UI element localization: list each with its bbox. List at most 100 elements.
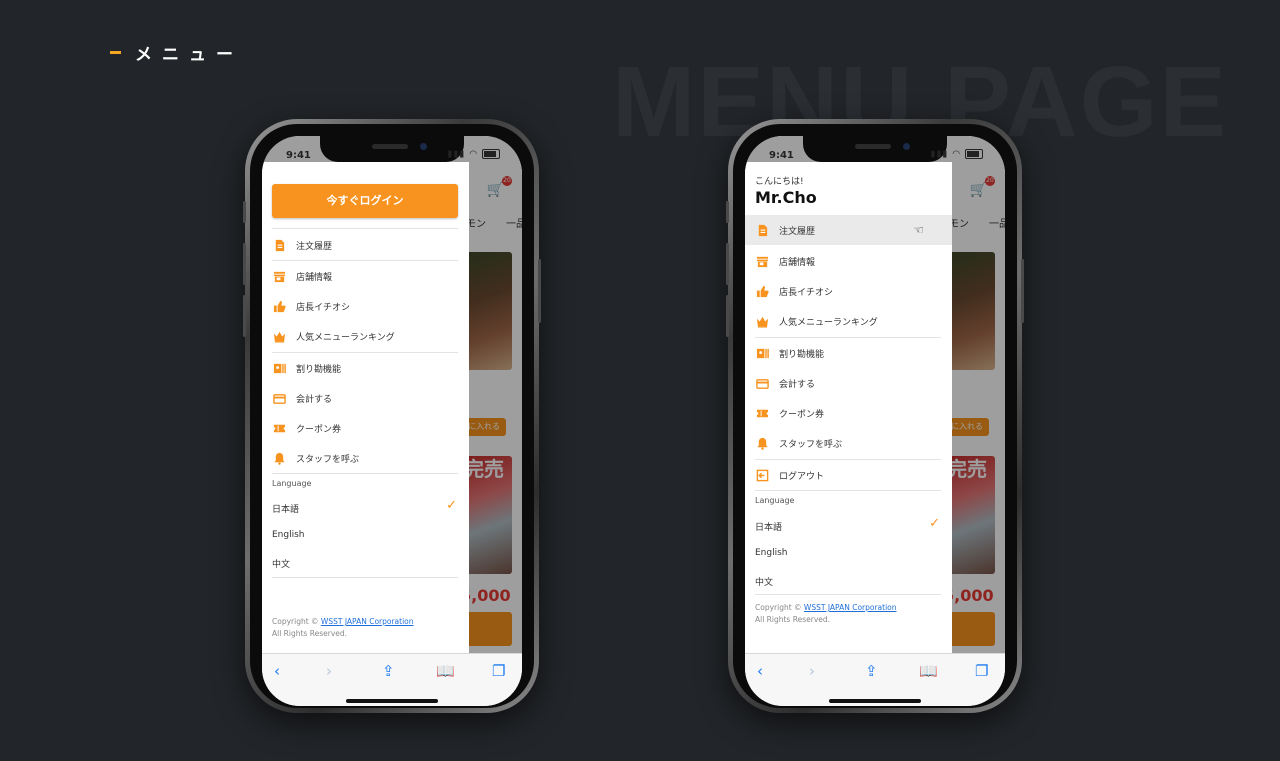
bookmarks-icon[interactable]: 📖 (919, 662, 938, 680)
phone-mockup-user: 9:41 ▮▮▮ ◠ 🛒 20 モン 一品 に入れる 完売 5,000 こんにち… (726, 119, 1024, 713)
phone-screen: 9:41 ▮▮▮ ◠ 🛒 20 モン 一品 に入れる 完売 5,000 こんにち… (745, 136, 1005, 706)
section-label: メニュー (110, 40, 243, 65)
menu-item-store-info[interactable]: 店舗情報 (262, 261, 469, 291)
menu-item-order-history[interactable]: 注文履歴 (262, 230, 469, 260)
phone-mockup-guest: 9:41 ▮▮▮ ◠ 🛒 20 モン 一品 に入れる 完売 5,000 今すぐロ… (243, 119, 541, 713)
forward-icon[interactable]: › (326, 662, 332, 680)
menu-item-label: 割り勘機能 (779, 349, 825, 360)
signal-icon: ▮▮▮ (447, 149, 466, 160)
language-option-english[interactable]: English (755, 548, 788, 558)
rights-text: All Rights Reserved. (272, 629, 348, 638)
menu-item-label: クーポン券 (779, 409, 825, 420)
tabs-icon[interactable]: ❐ (975, 662, 988, 680)
bookmarks-icon[interactable]: 📖 (436, 662, 455, 680)
menu-item-ranking[interactable]: 人気メニューランキング (262, 321, 469, 351)
menu-item-label: 人気メニューランキング (296, 332, 395, 343)
volume-up-button (243, 243, 246, 285)
menu-item-store-info[interactable]: 店舗情報 (745, 246, 952, 276)
menu-item-split-bill[interactable]: 割り勘機能 (745, 338, 952, 368)
battery-icon (482, 149, 500, 159)
login-button[interactable]: 今すぐログイン (272, 184, 458, 218)
speaker (855, 144, 891, 149)
copyright: Copyright © WSST JAPAN Corporation All R… (272, 616, 414, 640)
menu-item-label: スタッフを呼ぶ (779, 439, 843, 450)
mute-switch (726, 201, 729, 223)
menu-item-manager-pick[interactable]: 店長イチオシ (745, 276, 952, 306)
status-icons: ▮▮▮ ◠ (448, 149, 500, 160)
thumbs-up-icon (273, 300, 286, 313)
menu-item-label: 店長イチオシ (296, 302, 351, 313)
menu-item-checkout[interactable]: 会計する (262, 383, 469, 413)
language-heading: Language (272, 479, 312, 488)
divider (755, 490, 941, 491)
status-time: 9:41 (286, 150, 311, 161)
menu-item-label: 店長イチオシ (779, 287, 834, 298)
language-heading: Language (755, 496, 795, 505)
menu-item-label: 店舗情報 (779, 257, 816, 268)
status-icons: ▮▮▮ ◠ (931, 149, 983, 160)
back-icon[interactable]: ‹ (757, 662, 763, 680)
company-link[interactable]: WSST JAPAN Corporation (321, 617, 414, 626)
menu-item-coupon[interactable]: クーポン券 (745, 398, 952, 428)
document-icon (273, 239, 286, 252)
menu-item-label: クーポン券 (296, 424, 342, 435)
browser-toolbar: ‹ › ⇪ 📖 ❐ (745, 653, 1005, 706)
pointer-hand-icon: ☜ (913, 223, 924, 237)
copyright-prefix: Copyright © (755, 603, 802, 612)
menu-item-call-staff[interactable]: スタッフを呼ぶ (745, 428, 952, 458)
company-link[interactable]: WSST JAPAN Corporation (804, 603, 897, 612)
menu-item-label: ログアウト (779, 471, 825, 482)
section-accent-dash (110, 51, 121, 54)
divider (755, 594, 941, 595)
coupon-icon (756, 407, 769, 420)
greeting-text: こんにちは! (755, 177, 804, 187)
crown-icon (273, 330, 286, 343)
volume-down-button (243, 295, 246, 337)
credit-card-icon (273, 392, 286, 405)
menu-item-split-bill[interactable]: 割り勘機能 (262, 353, 469, 383)
wifi-icon: ◠ (952, 149, 962, 160)
bell-icon (756, 437, 769, 450)
language-option-chinese[interactable]: 中文 (272, 557, 290, 570)
menu-item-label: 人気メニューランキング (779, 317, 878, 328)
menu-item-coupon[interactable]: クーポン券 (262, 413, 469, 443)
tabs-icon[interactable]: ❐ (492, 662, 505, 680)
divider (272, 228, 458, 229)
home-indicator (829, 699, 921, 703)
language-option-english[interactable]: English (272, 530, 305, 540)
share-icon[interactable]: ⇪ (382, 662, 395, 680)
crown-icon (756, 315, 769, 328)
front-camera (420, 143, 427, 150)
phone-screen: 9:41 ▮▮▮ ◠ 🛒 20 モン 一品 に入れる 完売 5,000 今すぐロ… (262, 136, 522, 706)
power-button (538, 259, 541, 323)
menu-item-call-staff[interactable]: スタッフを呼ぶ (262, 443, 469, 473)
speaker (372, 144, 408, 149)
volume-up-button (726, 243, 729, 285)
language-option-japanese[interactable]: 日本語 (272, 502, 299, 515)
forward-icon[interactable]: › (809, 662, 815, 680)
menu-item-label: 店舗情報 (296, 272, 333, 283)
back-icon[interactable]: ‹ (274, 662, 280, 680)
menu-item-manager-pick[interactable]: 店長イチオシ (262, 291, 469, 321)
coupon-icon (273, 422, 286, 435)
thumbs-up-icon (756, 285, 769, 298)
split-bill-icon (756, 347, 769, 360)
menu-item-ranking[interactable]: 人気メニューランキング (745, 306, 952, 336)
credit-card-icon (756, 377, 769, 390)
share-icon[interactable]: ⇪ (865, 662, 878, 680)
menu-item-checkout[interactable]: 会計する (745, 368, 952, 398)
signal-icon: ▮▮▮ (930, 149, 949, 160)
menu-item-order-history[interactable]: 注文履歴 ☜ (745, 215, 952, 245)
side-menu-drawer: こんにちは! Mr.Cho 注文履歴 ☜ 店舗情報 店長イチオシ 人気メニューラ… (745, 162, 952, 653)
menu-item-label: 注文履歴 (296, 241, 333, 252)
store-icon (756, 255, 769, 268)
menu-item-logout[interactable]: ログアウト (745, 460, 952, 490)
language-option-japanese[interactable]: 日本語 (755, 520, 782, 533)
status-time: 9:41 (769, 150, 794, 161)
notch (803, 136, 947, 162)
divider (272, 577, 458, 578)
section-title: メニュー (135, 45, 243, 65)
front-camera (903, 143, 910, 150)
language-option-chinese[interactable]: 中文 (755, 575, 773, 588)
rights-text: All Rights Reserved. (755, 615, 831, 624)
